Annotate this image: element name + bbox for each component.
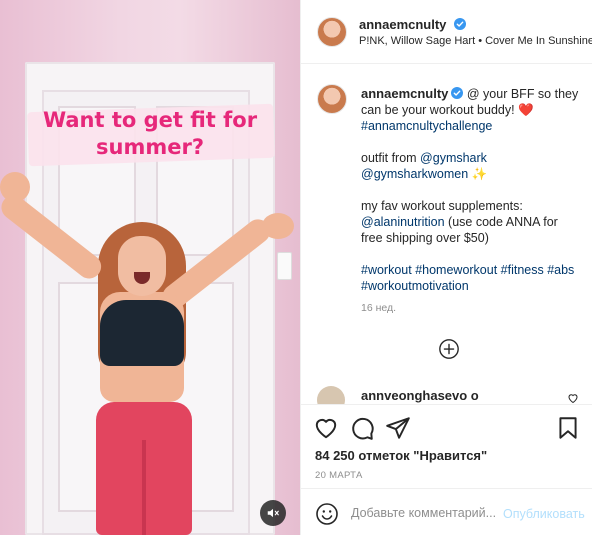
save-bookmark-icon[interactable]: [555, 415, 581, 441]
figure-sports-bra: [100, 300, 184, 366]
audio-track-link[interactable]: P!NK, Willow Sage Hart • Cover Me In Sun…: [359, 35, 592, 47]
hashtag-link[interactable]: #annamcnultychallenge: [361, 119, 492, 133]
caption-hashtags: #workout #homeworkout #fitness #abs #wor…: [361, 262, 581, 294]
mention-link[interactable]: @alaninutrition: [361, 215, 445, 229]
comments-scroll[interactable]: annaemcnulty @ your BFF so they can be y…: [301, 64, 592, 404]
header-username[interactable]: annaemcnulty: [359, 17, 446, 32]
post-side-panel: annaemcnulty P!NK, Willow Sage Hart • Co…: [300, 0, 592, 535]
figure-hand-left: [0, 172, 30, 202]
share-paper-plane-icon[interactable]: [385, 415, 411, 441]
post-date: 20 МАРТА: [315, 470, 363, 481]
caption-line1: annaemcnulty @ your BFF so they can be y…: [361, 86, 581, 134]
post-actions: 84 250 отметок "Нравится" 20 МАРТА: [301, 404, 592, 488]
caption-username[interactable]: annaemcnulty: [361, 86, 448, 101]
verified-badge-icon: [451, 87, 464, 99]
figure-face: [118, 236, 166, 296]
sparkle-emoji: ✨: [471, 167, 488, 181]
comment-row: annveonghasevo o: [317, 386, 587, 404]
emoji-smile-icon[interactable]: [315, 502, 339, 526]
comment-bubble-icon[interactable]: [349, 415, 375, 441]
like-heart-icon[interactable]: [313, 415, 339, 441]
comment-input[interactable]: [351, 501, 501, 525]
speaker-muted-icon: [267, 508, 279, 518]
likes-count[interactable]: 84 250 отметок "Нравится": [315, 448, 487, 463]
mention-link[interactable]: @gymsharkwomen: [361, 167, 468, 181]
mute-button[interactable]: [260, 500, 286, 526]
heart-outline-icon[interactable]: [567, 392, 579, 404]
publish-button[interactable]: Опубликовать: [503, 507, 585, 521]
caption-supplements: my fav workout supplements: @alaninutrit…: [361, 198, 581, 246]
mention-link[interactable]: @gymshark: [420, 151, 487, 165]
verified-badge-icon: [453, 18, 466, 30]
load-more-comments-icon[interactable]: [438, 338, 460, 360]
heart-emoji: ❤️: [518, 103, 534, 117]
hashtag-links[interactable]: #workout #homeworkout #fitness #abs #wor…: [361, 263, 574, 293]
comment-avatar[interactable]: [317, 386, 345, 404]
light-switch: [277, 252, 292, 280]
outfit-text: outfit from: [361, 151, 421, 165]
figure-leg-gap: [142, 440, 146, 535]
post-video[interactable]: Want to get fit for summer?: [0, 0, 300, 535]
caption-outfit: outfit from @gymshark @gymsharkwomen ✨: [361, 150, 581, 182]
comment-composer: Опубликовать: [301, 488, 592, 535]
comment-username[interactable]: annveonghasevo o: [361, 388, 479, 403]
header-user: annaemcnulty: [359, 16, 466, 34]
video-caption: Want to get fit for summer?: [42, 108, 258, 159]
caption-avatar[interactable]: [317, 84, 347, 114]
post-header: annaemcnulty P!NK, Willow Sage Hart • Co…: [301, 0, 592, 64]
supplements-text: my fav workout supplements:: [361, 199, 523, 213]
post-caption: annaemcnulty @ your BFF so they can be y…: [361, 86, 581, 310]
caption-time: 16 нед.: [361, 302, 397, 314]
figure-hand-right: [262, 213, 294, 239]
avatar[interactable]: [317, 17, 347, 47]
